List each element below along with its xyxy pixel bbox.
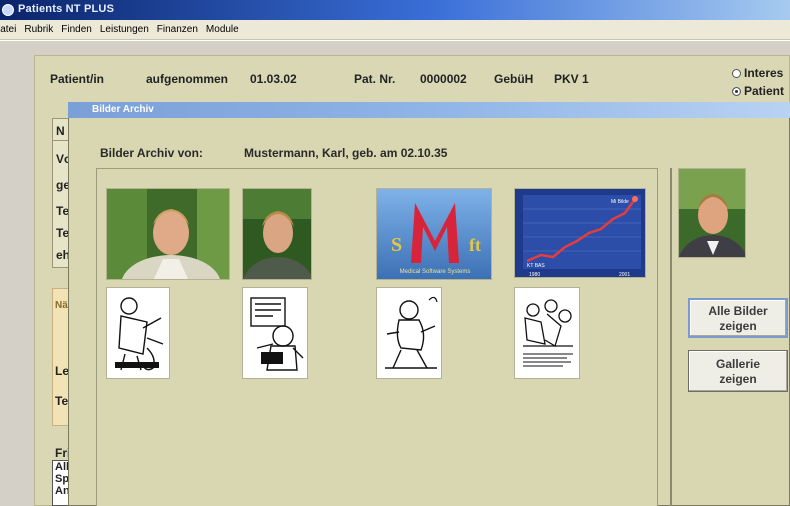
svg-text:ft: ft <box>469 235 481 255</box>
button-label-line: Alle Bilder <box>708 304 768 318</box>
archive-owner-name: Mustermann, Karl, geb. am 02.10.35 <box>244 146 448 160</box>
cartoon-doctor-icon <box>107 288 169 378</box>
cartoon-reader-icon <box>243 288 307 378</box>
svg-text:S: S <box>391 234 402 256</box>
portrait-photo-icon <box>679 169 745 257</box>
fee-value: PKV 1 <box>554 72 589 86</box>
msoft-logo-icon: S ft Medical Software Systems <box>377 189 491 279</box>
dialog-title-bar[interactable]: Bilder Archiv <box>68 102 790 118</box>
patient-date: 01.03.02 <box>250 72 297 86</box>
chart-label-left: KT BAS <box>527 263 545 269</box>
button-label-line: zeigen <box>719 372 757 386</box>
archive-owner-label: Bilder Archiv von: <box>100 146 203 160</box>
thumbnail-photo-portrait-1[interactable] <box>106 188 230 280</box>
thumbnail-cartoon-1[interactable] <box>106 287 170 379</box>
button-label-line: zeigen <box>719 319 757 333</box>
menu-finanzen[interactable]: Finanzen <box>153 24 202 35</box>
radio-circle-icon <box>732 86 741 96</box>
thumbnail-logo[interactable]: S ft Medical Software Systems <box>376 188 492 280</box>
menu-leistungen[interactable]: Leistungen <box>96 24 153 35</box>
chart-year-end: 2001 <box>619 272 630 278</box>
thumbnail-cartoon-3[interactable] <box>376 287 442 379</box>
button-label-line: Gallerie <box>715 357 761 371</box>
patient-label: Patient/in <box>50 72 105 86</box>
show-gallery-button[interactable]: Gallerie zeigen <box>688 350 788 392</box>
cartoon-patient-icon <box>377 288 441 378</box>
thumbnail-photo-portrait-2[interactable] <box>242 188 312 280</box>
dialog-title: Bilder Archiv <box>92 104 154 115</box>
label-leistung: Le <box>55 364 70 378</box>
thumbnail-cartoon-2[interactable] <box>242 287 308 379</box>
menu-finden[interactable]: Finden <box>57 24 96 35</box>
app-window: Patients NT PLUS Datei Rubrik Finden Lei… <box>0 0 790 506</box>
radio-patient-label: Patient <box>744 84 785 98</box>
show-all-images-button[interactable]: Alle Bilder zeigen <box>688 298 788 338</box>
label-termin: Te <box>55 394 69 408</box>
logo-text: Medical Software Systems <box>400 269 471 275</box>
menu-datei[interactable]: Datei <box>0 24 20 35</box>
pat-nr-label: Pat. Nr. <box>354 72 396 86</box>
growth-chart-icon: Mi Bilde KT BAS 1980 2001 <box>515 189 645 278</box>
thumbnail-chart[interactable]: Mi Bilde KT BAS 1980 2001 <box>514 188 646 278</box>
label-naechster: Nä <box>55 300 68 311</box>
radio-patient[interactable]: Patient <box>732 84 784 98</box>
pat-nr-value: 0000002 <box>420 72 467 86</box>
field-n-label: N <box>56 124 65 138</box>
gallery-divider <box>670 168 672 506</box>
radio-interessent[interactable]: Interes <box>732 66 783 80</box>
menu-rubrik[interactable]: Rubrik <box>20 24 57 35</box>
portrait-photo-icon <box>243 189 311 279</box>
title-bar[interactable]: Patients NT PLUS <box>0 0 790 20</box>
thumbnail-cartoon-4[interactable] <box>514 287 580 379</box>
patient-status: aufgenommen <box>146 72 229 86</box>
cartoon-group-icon <box>515 288 579 378</box>
patient-current-photo[interactable] <box>678 168 746 258</box>
radio-interessent-label: Interes <box>744 66 784 80</box>
window-title: Patients NT PLUS <box>18 3 115 15</box>
chart-label-top: Mi Bilde <box>611 199 629 205</box>
chart-year-start: 1980 <box>529 272 540 278</box>
menu-module[interactable]: Module <box>202 24 243 35</box>
app-icon <box>2 4 14 16</box>
radio-circle-icon <box>732 68 741 78</box>
portrait-photo-icon <box>107 189 229 279</box>
fee-label: GebüH <box>494 72 534 86</box>
menu-bar: Datei Rubrik Finden Leistungen Finanzen … <box>0 20 790 40</box>
